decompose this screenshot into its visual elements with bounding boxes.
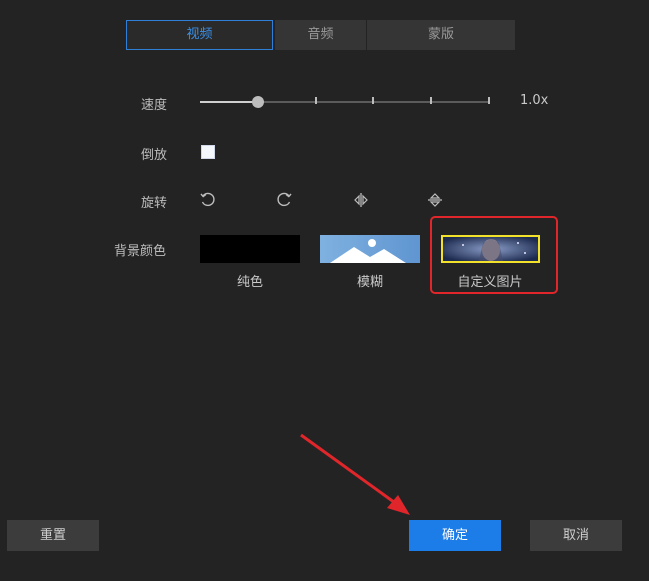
tab-audio[interactable]: 音频: [275, 20, 366, 50]
rotate-label: 旋转: [141, 196, 168, 211]
flip-horizontal-icon[interactable]: [352, 191, 370, 209]
rotate-cw-icon[interactable]: [275, 191, 293, 209]
tab-mask[interactable]: 蒙版: [367, 20, 515, 50]
reset-button[interactable]: 重置: [7, 520, 99, 551]
tab-video[interactable]: 视频: [126, 20, 273, 50]
speed-value: 1.0x: [520, 93, 549, 108]
confirm-button[interactable]: 确定: [409, 520, 501, 551]
speed-slider-thumb[interactable]: [252, 96, 264, 108]
speed-tick: [430, 97, 432, 104]
reverse-label: 倒放: [141, 148, 168, 163]
speed-tick: [372, 97, 374, 104]
speed-label: 速度: [141, 98, 168, 113]
rotate-ccw-icon[interactable]: [199, 191, 217, 209]
speed-tick: [488, 97, 490, 104]
bg-caption-blur: 模糊: [356, 275, 383, 290]
bg-option-solid[interactable]: [200, 235, 300, 263]
reverse-checkbox[interactable]: [201, 145, 215, 159]
speed-tick: [315, 97, 317, 104]
bg-caption-solid: 纯色: [236, 275, 263, 290]
flip-vertical-icon[interactable]: [426, 191, 444, 209]
selection-highlight-box: [430, 216, 558, 294]
bg-option-blur[interactable]: [320, 235, 420, 263]
speed-slider-fill: [200, 101, 258, 103]
speed-slider-track[interactable]: [200, 101, 490, 103]
background-label: 背景颜色: [114, 244, 167, 259]
cancel-button[interactable]: 取消: [530, 520, 622, 551]
